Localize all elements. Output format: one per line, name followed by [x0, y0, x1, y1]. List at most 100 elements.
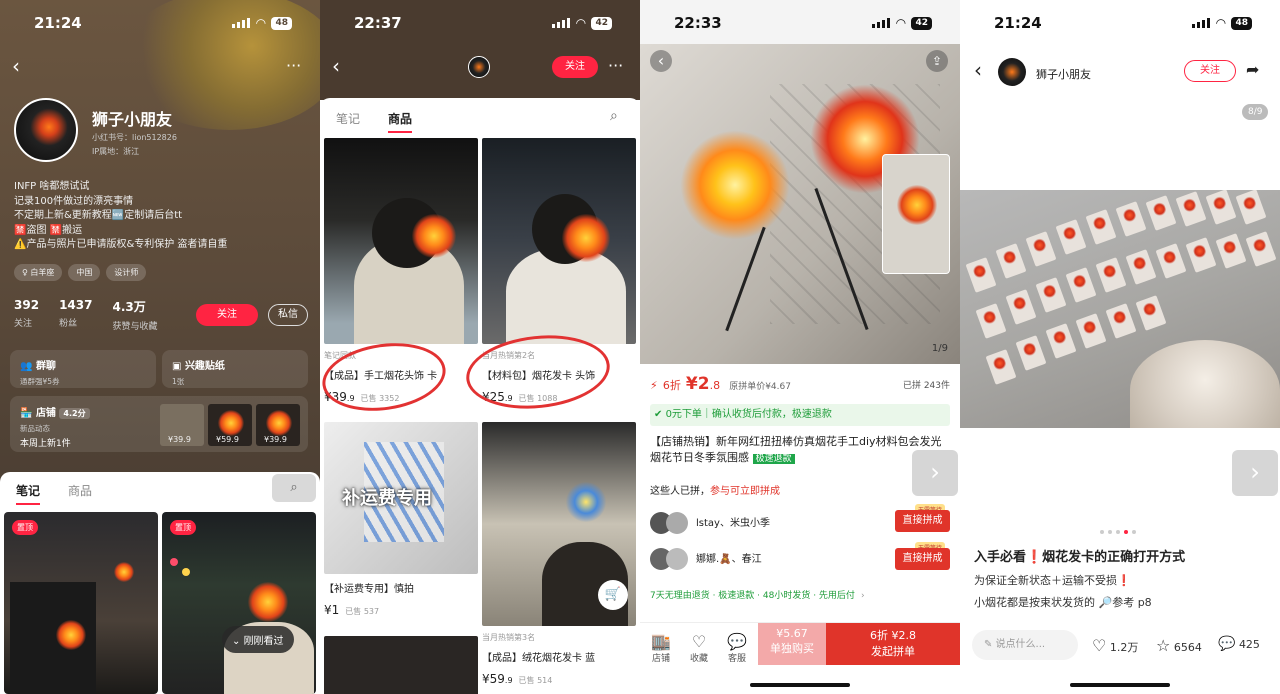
bio-line: 不定期上新&更新教程🆕定制请后台tt [14, 210, 183, 221]
next-arrow[interactable]: › [1232, 450, 1278, 496]
content-area: 笔记 商品 ⌕ 置顶 置顶 ⌄ 刚刚看过 [0, 472, 320, 694]
search-icon[interactable]: ⌕ [610, 108, 618, 124]
tab-notes[interactable]: 笔记 [16, 482, 41, 505]
status-time: 21:24 [34, 14, 82, 32]
avatar[interactable] [14, 98, 78, 162]
comment-button[interactable]: 💬 425 [1218, 636, 1260, 652]
signal-icon [552, 18, 571, 28]
product-list: 笔记 商品 ⌕ 笔记同款 【成品】手工烟花头饰 卡 ¥39.9 已售 3352 当… [320, 98, 640, 694]
message-button[interactable]: 私信 [268, 304, 308, 326]
search-icon[interactable]: ⌕ [272, 474, 316, 502]
follow-button[interactable]: 关注 [1184, 60, 1236, 82]
product-image [324, 138, 478, 344]
stat-likes[interactable]: 4.3万 获赞与收藏 [112, 298, 157, 332]
video-thumbnail[interactable] [882, 154, 950, 274]
zero-yuan-promo[interactable]: ✔ 0元下单｜确认收货后付款，极速退款 [650, 404, 950, 426]
service-button[interactable]: 💬 客服 [722, 632, 752, 665]
wifi-icon: ◠ [576, 16, 586, 30]
shop-button[interactable]: 🏬 店铺 [646, 633, 676, 665]
status-bar: 22:37 ◠ 42 [320, 0, 640, 46]
bio: INFP 啥都想试试 记录100件做过的漂亮事情 不定期上新&更新教程🆕定制请后… [14, 180, 227, 253]
guarantees[interactable]: 7天无理由退货 · 极速退款 · 48小时发货 · 先用后付 › [650, 588, 865, 601]
more-icon[interactable]: ··· [608, 56, 623, 76]
comment-input[interactable]: ✎ 说点什么... [972, 630, 1078, 660]
next-arrow[interactable]: › [912, 450, 958, 496]
heart-icon: ♡ [691, 632, 707, 651]
fast-refund-badge: 极速退款 [752, 454, 795, 464]
author-name[interactable]: 狮子小朋友 [1036, 66, 1091, 82]
profile-tags: ♀ 白羊座 中国 设计师 [14, 264, 147, 281]
follow-button[interactable]: 关注 [552, 56, 598, 78]
pencil-icon: ✎ [984, 639, 996, 650]
bio-line: 记录100件做过的漂亮事情 [14, 195, 134, 207]
shop-item-thumb[interactable]: ¥59.9 [208, 404, 252, 446]
like-button[interactable]: ♡ 1.2万 [1092, 636, 1138, 655]
note-body-line: 为保证全新状态＋运输不受损❗️ [974, 574, 1131, 587]
back-icon[interactable]: ‹ [974, 60, 982, 80]
product-image: 🛒 [482, 422, 636, 626]
wifi-icon: ◠ [256, 16, 266, 30]
wifi-icon: ◠ [1216, 16, 1226, 30]
image-counter: 8/9 [1242, 104, 1269, 120]
follow-button[interactable]: 关注 [196, 304, 258, 326]
avatar[interactable] [998, 58, 1026, 86]
stat-followers[interactable]: 1437 粉丝 [59, 298, 92, 332]
tab-products[interactable]: 商品 [388, 110, 413, 133]
stat-following[interactable]: 392 关注 [14, 298, 39, 332]
status-time: 22:37 [354, 14, 402, 32]
note-image[interactable] [960, 190, 1280, 428]
back-icon[interactable]: ‹ [332, 56, 340, 76]
ip-location: IP属地：浙江 [92, 147, 140, 156]
note-thumbnail[interactable] [4, 512, 158, 694]
product-image: 补运费专用 [324, 422, 478, 574]
product-image-carousel[interactable]: ‹ ⇪ 1/9 [640, 44, 960, 364]
tab-products[interactable]: 商品 [68, 482, 92, 499]
tab-notes[interactable]: 笔记 [336, 110, 360, 127]
shop-item-thumb[interactable]: ¥39.9 [160, 404, 204, 446]
collect-button[interactable]: ☆ 6564 [1156, 636, 1202, 655]
share-icon[interactable]: ⇪ [926, 50, 948, 72]
battery-indicator: 48 [271, 16, 292, 30]
buy-alone-button[interactable]: ¥5.67 单独购买 [758, 623, 826, 665]
status-time: 22:33 [674, 14, 722, 32]
avatar[interactable] [468, 56, 490, 78]
group-chat-card[interactable]: 👥 群聊 通群强¥5券 [10, 350, 156, 388]
start-group-button[interactable]: 6折 ¥2.8 发起拼单 [826, 623, 960, 665]
home-indicator [750, 683, 850, 687]
bio-line: ⚠️产品与照片已申请版权&专利保护 盗者请自重 [14, 239, 228, 250]
note-thumbnail[interactable] [162, 512, 316, 694]
back-icon[interactable]: ‹ [650, 50, 672, 72]
sticker-icon: ▣ [172, 361, 185, 372]
status-time: 21:24 [994, 14, 1042, 32]
cart-icon[interactable]: 🛒 [598, 580, 628, 610]
avatar [666, 548, 688, 570]
more-icon[interactable]: ··· [286, 56, 301, 76]
chevron-down-icon: ⌄ [232, 636, 244, 647]
pinned-badge: 置顶 [170, 520, 196, 535]
status-bar: 21:24 ◠ 48 [0, 0, 320, 46]
product-card[interactable]: 🛒 当月热销第3名 【成品】绒花烟花发卡 蓝 ¥59.9 已售 514 [482, 422, 636, 686]
signal-icon [232, 18, 251, 28]
home-indicator [1070, 683, 1170, 687]
join-group-button[interactable]: 直接拼成 [895, 510, 950, 532]
wifi-icon: ◠ [896, 16, 906, 30]
join-group-button[interactable]: 直接拼成 [895, 548, 950, 570]
comment-icon: 💬 [1218, 636, 1236, 652]
group-chat-icon: 👥 [20, 361, 36, 372]
shop-item-thumb[interactable]: ¥39.9 [256, 404, 300, 446]
back-icon[interactable]: ‹ [12, 56, 20, 76]
battery-indicator: 42 [591, 16, 612, 30]
star-icon: ☆ [1156, 636, 1171, 655]
share-icon[interactable]: ➦ [1246, 60, 1259, 80]
battery-indicator: 42 [911, 16, 932, 30]
tag-job: 设计师 [106, 264, 147, 281]
chat-icon: 💬 [727, 632, 747, 651]
group-row: 娜娜.🧸、春江 [650, 548, 762, 570]
product-card[interactable]: 补运费专用 【补运费专用】慎拍 ¥1 已售 537 [324, 422, 478, 617]
bio-line: INFP 啥都想试试 [14, 181, 90, 192]
recently-viewed-pill[interactable]: ⌄ 刚刚看过 [222, 626, 294, 653]
note-title: 入手必看❗️烟花发卡的正确打开方式 [974, 550, 1186, 565]
product-image[interactable] [324, 636, 478, 694]
stickers-card[interactable]: ▣ 兴趣贴纸 1张 [162, 350, 308, 388]
collect-button[interactable]: ♡ 收藏 [684, 632, 714, 665]
